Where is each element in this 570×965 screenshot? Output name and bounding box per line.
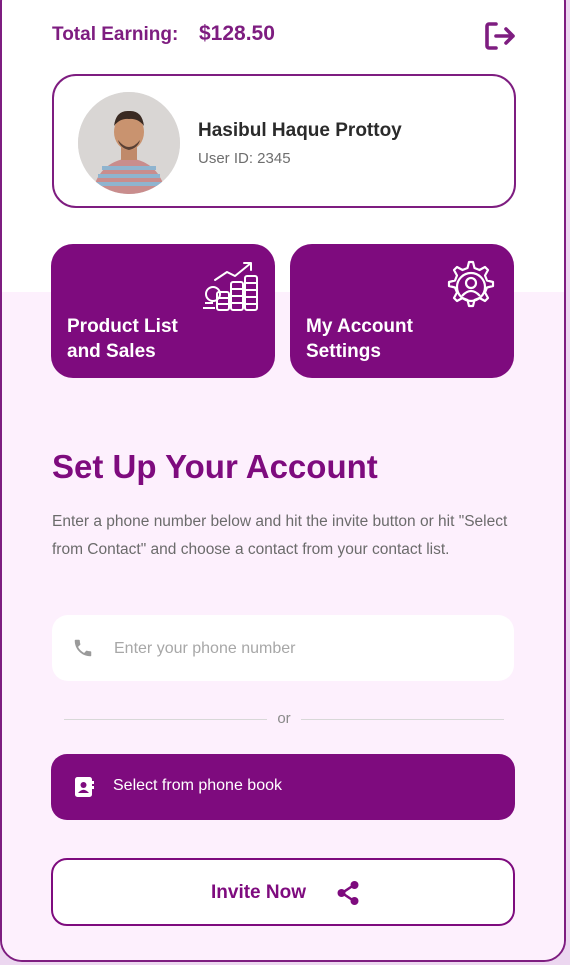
phone-icon	[74, 639, 92, 657]
setup-description: Enter a phone number below and hit the i…	[52, 513, 508, 558]
invite-now-button[interactable]: Invite Now	[51, 858, 515, 926]
tile-label: Product List and Sales	[67, 316, 178, 362]
chart-coins-icon	[203, 262, 258, 311]
share-icon	[337, 881, 359, 905]
select-phone-book-label: Select from phone book	[113, 777, 282, 794]
total-earning-value: $128.50	[199, 22, 275, 45]
gear-user-icon	[447, 260, 495, 308]
total-earning-label: Total Earning:	[52, 24, 179, 45]
user-name: Hasibul Haque Prottoy	[198, 120, 402, 141]
phone-input[interactable]	[112, 615, 506, 683]
tile-label: My Account Settings	[306, 316, 413, 362]
invite-now-label: Invite Now	[211, 882, 307, 903]
profile-card: Hasibul Haque Prottoy User ID: 2345	[52, 74, 516, 208]
my-account-settings-tile[interactable]: My Account Settings	[290, 244, 514, 378]
or-divider: or	[64, 708, 504, 732]
product-list-sales-tile[interactable]: Product List and Sales	[51, 244, 275, 378]
header: Total Earning: $128.50	[52, 22, 518, 58]
page-title: Set Up Your Account	[52, 448, 378, 485]
user-id: User ID: 2345	[198, 150, 291, 167]
logout-icon[interactable]	[482, 18, 518, 54]
phone-field[interactable]	[52, 615, 514, 683]
select-phone-book-button[interactable]: Select from phone book	[51, 754, 515, 820]
divider-line	[301, 719, 504, 720]
avatar	[78, 92, 180, 194]
contact-book-icon	[75, 777, 94, 797]
